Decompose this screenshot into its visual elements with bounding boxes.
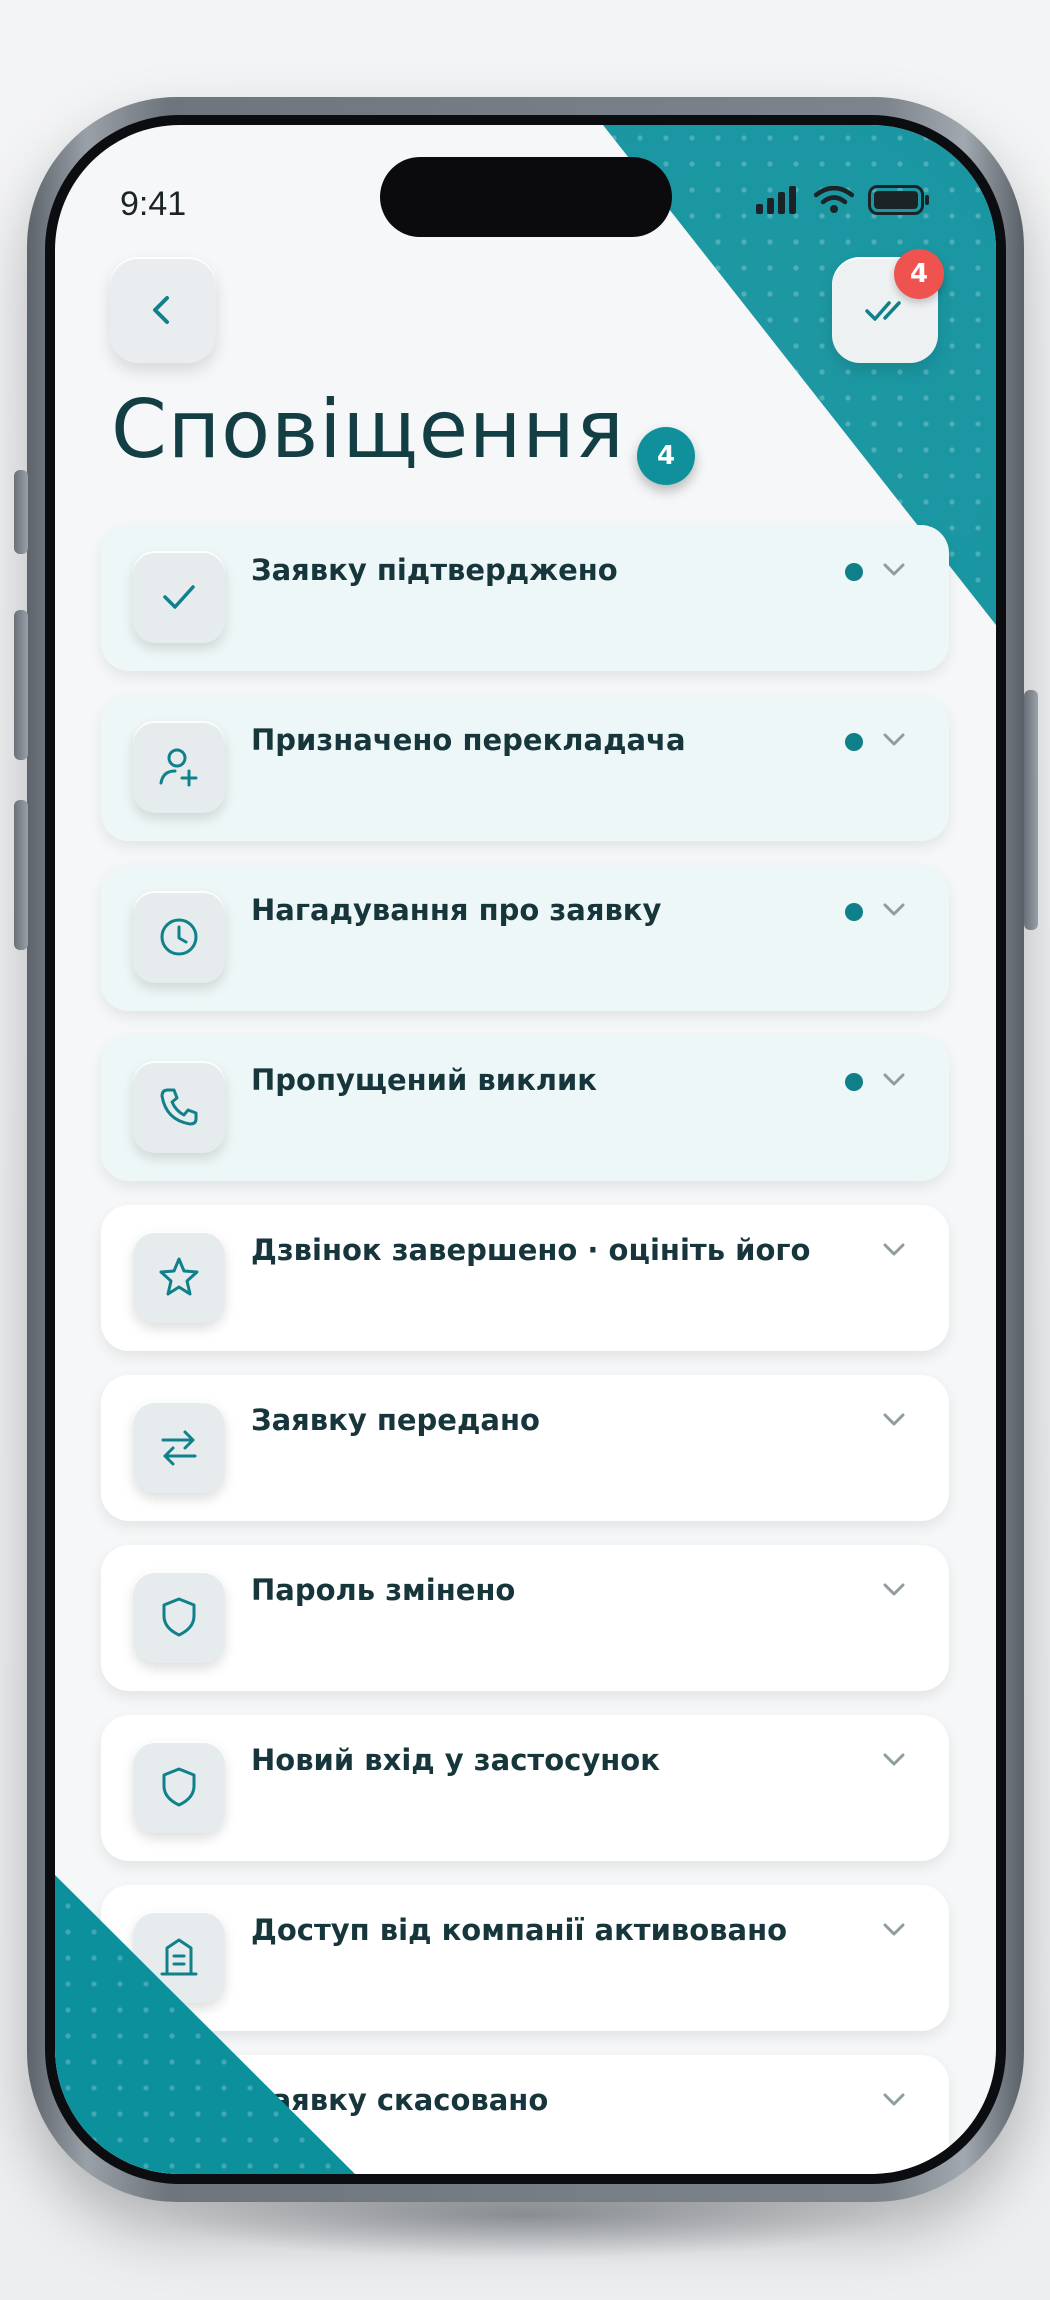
notification-title: Заявку передано [251, 1403, 540, 1437]
notification-icon-box [133, 1401, 225, 1493]
notification-item[interactable]: Призначено перекладача [101, 695, 949, 841]
notification-item[interactable]: Доступ від компанії активовано [101, 1885, 949, 2031]
battery-icon [868, 185, 929, 215]
mark-all-read-button[interactable]: 4 [832, 249, 944, 363]
user-add-icon [159, 748, 198, 787]
check-icon [163, 585, 195, 609]
power-button [1024, 690, 1038, 930]
chevron-left-icon [153, 296, 169, 324]
notification-item[interactable]: Новий вхід у застосунок [101, 1715, 949, 1861]
notification-item[interactable]: Дзвінок завершено · оцініть його [101, 1205, 949, 1351]
notification-icon-box [133, 1911, 225, 2003]
notification-title: Пароль змінено [251, 1573, 516, 1607]
shield-icon [162, 1767, 196, 1807]
notification-icon-box [133, 1061, 225, 1153]
unread-dot [845, 1073, 863, 1091]
status-time: 9:41 [120, 185, 187, 223]
transfer-arrows-icon [161, 1430, 197, 1466]
unread-dot [845, 733, 863, 751]
unread-count-badge: 4 [894, 249, 944, 299]
notification-icon-box [133, 721, 225, 813]
double-check-icon [865, 301, 901, 321]
star-icon [159, 1257, 199, 1296]
title-count-badge: 4 [637, 427, 695, 485]
chevron-down-icon[interactable] [881, 559, 907, 579]
notification-title: Заявку скасовано [251, 2083, 549, 2117]
chevron-down-icon[interactable] [881, 2089, 907, 2109]
notification-title: Заявку підтверджено [251, 553, 618, 587]
signal-icon [756, 186, 796, 214]
notification-item[interactable]: Заявку передано [101, 1375, 949, 1521]
notification-icon-box [133, 2081, 225, 2173]
building-icon [160, 1938, 198, 1976]
unread-dot [845, 563, 863, 581]
notification-item[interactable]: Нагадування про заявку [101, 865, 949, 1011]
notification-title: Призначено перекладача [251, 723, 686, 757]
chevron-down-icon[interactable] [881, 1919, 907, 1939]
notification-item[interactable]: Заявку підтверджено [101, 525, 949, 671]
clock-icon [160, 918, 198, 956]
chevron-down-icon[interactable] [881, 1749, 907, 1769]
notification-icon-box [133, 551, 225, 643]
notification-icon-box [133, 1231, 225, 1323]
volume-up-button [14, 610, 28, 760]
chevron-down-icon[interactable] [881, 1239, 907, 1259]
page-title: Сповіщення [111, 383, 625, 476]
notification-title: Пропущений виклик [251, 1063, 597, 1097]
back-button[interactable] [110, 257, 216, 363]
chevron-down-icon[interactable] [881, 899, 907, 919]
chevron-down-icon[interactable] [881, 1579, 907, 1599]
chevron-down-icon[interactable] [881, 1409, 907, 1429]
notification-title: Новий вхід у застосунок [251, 1743, 660, 1777]
status-icons [756, 185, 930, 215]
silent-switch [14, 470, 28, 554]
notification-list: Заявку підтверджено Призначено переклада… [101, 525, 949, 2174]
volume-down-button [14, 800, 28, 950]
screen: 9:41 4 Сповіщення 4 Заявку підтверджено … [55, 125, 996, 2174]
phone-icon [160, 1088, 198, 1126]
chevron-down-icon[interactable] [881, 1069, 907, 1089]
unread-dot [845, 903, 863, 921]
notification-icon-box [133, 1571, 225, 1663]
notification-item[interactable]: Пароль змінено [101, 1545, 949, 1691]
shield-icon [162, 1597, 196, 1637]
dynamic-island [380, 157, 672, 237]
notification-title: Нагадування про заявку [251, 893, 662, 927]
notification-item[interactable]: Заявку скасовано [101, 2055, 949, 2174]
notification-title: Дзвінок завершено · оцініть його [251, 1233, 811, 1267]
wifi-icon [814, 186, 854, 213]
notification-icon-box [133, 891, 225, 983]
chevron-down-icon[interactable] [881, 729, 907, 749]
notification-icon-box [133, 1741, 225, 1833]
cancel-icon [160, 2108, 198, 2146]
notification-item[interactable]: Пропущений виклик [101, 1035, 949, 1181]
notification-title: Доступ від компанії активовано [251, 1913, 788, 1947]
